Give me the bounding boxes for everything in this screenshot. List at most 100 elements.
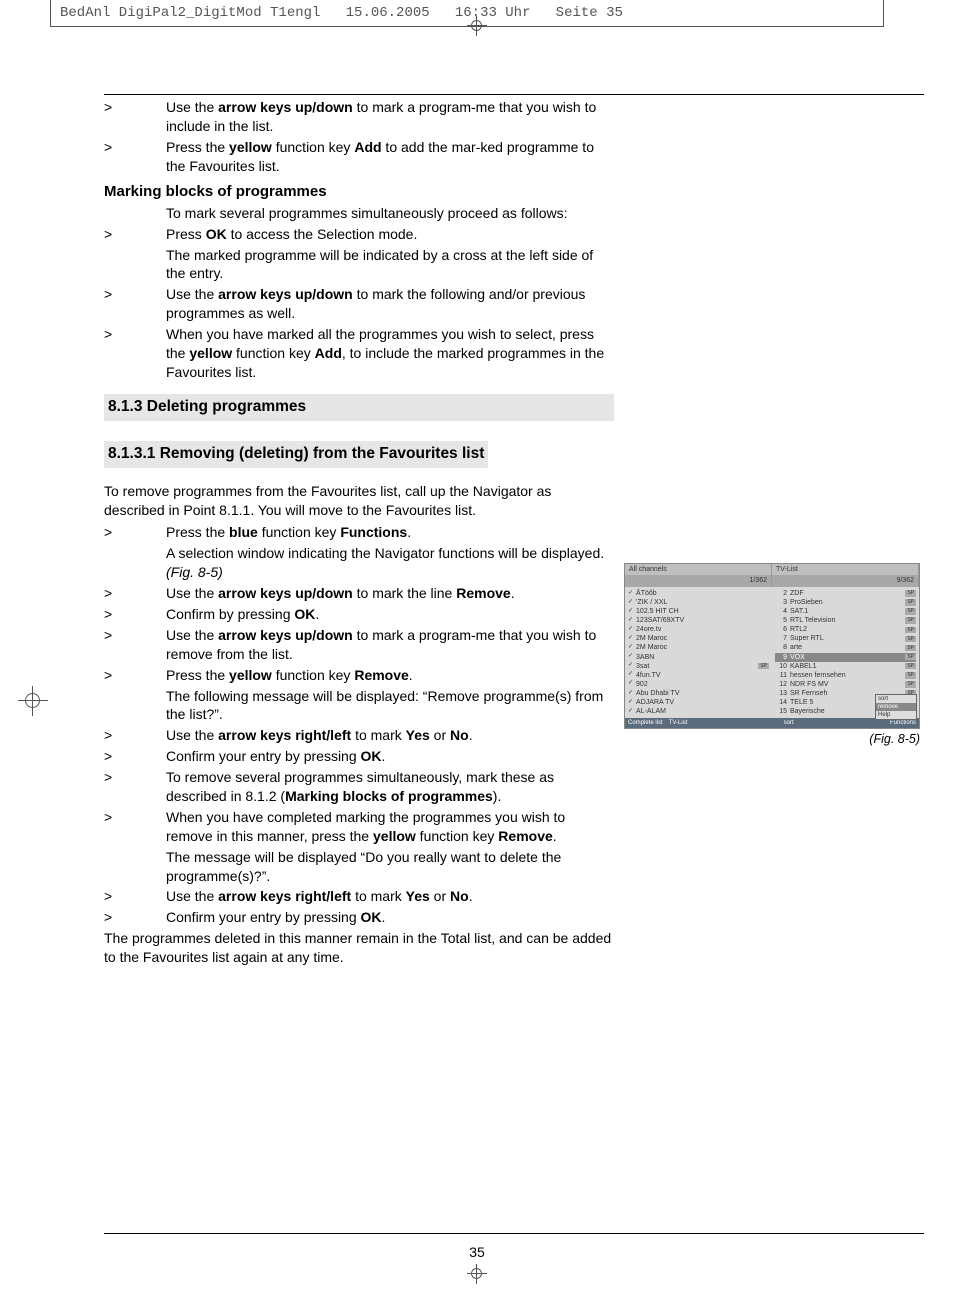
step-item: >Confirm by pressing OK. — [104, 605, 614, 624]
intro-steps: >Use the arrow keys up/down to mark a pr… — [104, 98, 614, 176]
list-item: ✓123SAT/69XTV — [628, 616, 769, 625]
list-item: ✓4fun.TV — [628, 671, 769, 680]
shot-hdr-left: All channels — [625, 564, 772, 575]
step-text: Use the arrow keys right/left to mark Ye… — [166, 726, 614, 745]
step-text: Use the arrow keys up/down to mark the f… — [166, 285, 614, 323]
step-text: Press the blue function key Functions. — [166, 523, 614, 542]
bullet: > — [104, 138, 166, 176]
step-item: >Use the arrow keys up/down to mark a pr… — [104, 98, 614, 136]
marking-steps: To mark several programmes simultaneousl… — [104, 204, 614, 382]
step-item: >When you have marked all the programmes… — [104, 325, 614, 382]
bullet: > — [104, 605, 166, 624]
step-item: >Confirm your entry by pressing OK. — [104, 908, 614, 927]
list-item: 3ProSiebenSP — [775, 598, 916, 607]
figure-8-5: All channels TV-List 1/362 9/362 ✓ÅTöôb✓… — [624, 563, 920, 748]
step-text: A selection window indicating the Naviga… — [166, 544, 614, 582]
registration-mark — [22, 690, 44, 712]
step-text: To remove several programmes simultaneou… — [166, 768, 614, 806]
bullet: > — [104, 808, 166, 846]
step-item: >When you have completed marking the pro… — [104, 808, 614, 846]
para-8131-intro: To remove programmes from the Favourites… — [104, 482, 614, 520]
navigator-screenshot: All channels TV-List 1/362 9/362 ✓ÅTöôb✓… — [624, 563, 920, 729]
list-item: ✓902 — [628, 680, 769, 689]
step-text: Use the arrow keys up/down to mark a pro… — [166, 626, 614, 664]
page-body: >Use the arrow keys up/down to mark a pr… — [104, 98, 614, 967]
list-item: ✓ÅTöôb — [628, 589, 769, 598]
bullet: > — [104, 726, 166, 745]
heading-813: 8.1.3 Deleting programmes — [104, 394, 614, 421]
bullet: > — [104, 666, 166, 685]
para-8131-outro: The programmes deleted in this manner re… — [104, 929, 614, 967]
steps-8131: >Press the blue function key Functions. … — [104, 523, 614, 927]
step-item: >Press the blue function key Functions. — [104, 523, 614, 542]
step-item: >Use the arrow keys up/down to mark the … — [104, 584, 614, 603]
bullet: > — [104, 747, 166, 766]
bullet — [104, 687, 166, 725]
ftr-tvlist: TV-List — [666, 718, 691, 728]
step-text: Press the yellow function key Add to add… — [166, 138, 614, 176]
step-text: Confirm your entry by pressing OK. — [166, 747, 614, 766]
step-item: >Confirm your entry by pressing OK. — [104, 747, 614, 766]
list-item: 12NDR FS MVSP — [775, 680, 916, 689]
bullet: > — [104, 768, 166, 806]
list-item: ✓102.5 HIT CH — [628, 607, 769, 616]
step-text: The marked programme will be indicated b… — [166, 246, 614, 284]
list-item: 7Super RTLSP — [775, 634, 916, 643]
bullet: > — [104, 523, 166, 542]
step-text: Confirm by pressing OK. — [166, 605, 614, 624]
step-text: When you have completed marking the prog… — [166, 808, 614, 846]
list-item: 5RTL TelevisionSP — [775, 616, 916, 625]
popup-remove: remove — [876, 703, 916, 711]
list-item: ✓24ore.tv — [628, 625, 769, 634]
step-item: >Use the arrow keys right/left to mark Y… — [104, 887, 614, 906]
shot-count-right: 9/362 — [772, 575, 919, 586]
bullet: > — [104, 908, 166, 927]
shot-left-col: ✓ÅTöôb✓'ZIK / XXL✓102.5 HIT CH✓123SAT/69… — [625, 587, 772, 718]
step-item: >Use the arrow keys up/down to mark a pr… — [104, 626, 614, 664]
step-item: The marked programme will be indicated b… — [104, 246, 614, 284]
registration-mark — [467, 16, 487, 36]
step-item: The following message will be displayed:… — [104, 687, 614, 725]
ftr-sort: sort — [690, 718, 887, 728]
functions-popup: sort remove Help — [875, 694, 917, 720]
list-item: ✓AL-ALAM — [628, 707, 769, 716]
step-item: >Use the arrow keys right/left to mark Y… — [104, 726, 614, 745]
bullet: > — [104, 626, 166, 664]
step-item: >Use the arrow keys up/down to mark the … — [104, 285, 614, 323]
shot-hdr-right: TV-List — [772, 564, 919, 575]
step-text: To mark several programmes simultaneousl… — [166, 204, 614, 223]
step-item: >Press the yellow function key Add to ad… — [104, 138, 614, 176]
list-item: 8arteSP — [775, 643, 916, 652]
registration-mark — [467, 1264, 487, 1284]
top-rule — [104, 94, 924, 95]
step-text: Use the arrow keys right/left to mark Ye… — [166, 887, 614, 906]
list-item: ✓2M Maroc — [628, 643, 769, 652]
list-item: ✓3ABN — [628, 653, 769, 662]
shot-count-left: 1/362 — [625, 575, 772, 586]
step-item: To mark several programmes simultaneousl… — [104, 204, 614, 223]
step-text: Use the arrow keys up/down to mark a pro… — [166, 98, 614, 136]
list-item: 6RTL2SP — [775, 625, 916, 634]
step-item: >Press OK to access the Selection mode. — [104, 225, 614, 244]
bullet — [104, 246, 166, 284]
bottom-rule — [104, 1233, 924, 1234]
bullet: > — [104, 887, 166, 906]
step-text: The message will be displayed “Do you re… — [166, 848, 614, 886]
bullet: > — [104, 285, 166, 323]
heading-marking: Marking blocks of programmes — [104, 182, 614, 202]
ftr-complete: Complete list — [625, 718, 666, 728]
list-item: 9VOXSP — [775, 653, 916, 662]
bullet — [104, 544, 166, 582]
step-text: Use the arrow keys up/down to mark the l… — [166, 584, 614, 603]
list-item: 4SAT.1SP — [775, 607, 916, 616]
figure-caption: (Fig. 8-5) — [624, 731, 920, 748]
step-item: >Press the yellow function key Remove. — [104, 666, 614, 685]
list-item: ✓3satSP — [628, 662, 769, 671]
step-item: A selection window indicating the Naviga… — [104, 544, 614, 582]
step-text: Press OK to access the Selection mode. — [166, 225, 614, 244]
step-text: Confirm your entry by pressing OK. — [166, 908, 614, 927]
list-item: ✓2M Maroc — [628, 634, 769, 643]
list-item: 10KABEL1SP — [775, 662, 916, 671]
list-item: ✓Abu Dhabi TV — [628, 689, 769, 698]
bullet: > — [104, 225, 166, 244]
